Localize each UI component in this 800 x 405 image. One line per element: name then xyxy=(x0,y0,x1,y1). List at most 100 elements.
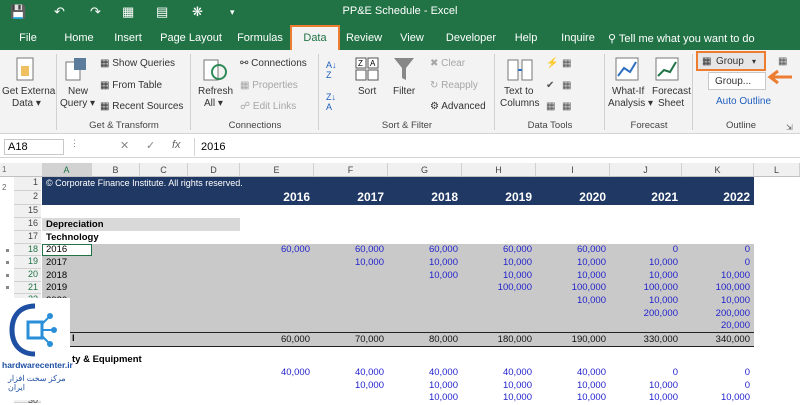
value-cell[interactable]: 100,000 xyxy=(680,282,750,293)
tab-help[interactable]: Help xyxy=(508,28,544,50)
col-header-k[interactable]: K xyxy=(682,163,754,177)
value-cell[interactable]: 10,000 xyxy=(388,270,458,281)
tab-developer[interactable]: Developer xyxy=(442,28,500,50)
what-if-label[interactable]: What-If xyxy=(612,86,644,98)
cancel-icon[interactable]: ✕ xyxy=(120,139,129,152)
consolidate-icon[interactable]: ▦ xyxy=(562,80,571,92)
sort-label[interactable]: Sort xyxy=(358,86,376,98)
auto-outline-item[interactable]: Auto Outline xyxy=(716,96,771,108)
row-header[interactable]: 21 xyxy=(14,282,41,294)
value-cell[interactable]: 180,000 xyxy=(462,334,532,345)
relationships-icon[interactable]: ▦ xyxy=(546,101,555,113)
value-cell[interactable]: 0 xyxy=(680,244,750,255)
forecast-sheet-label[interactable]: Forecast xyxy=(652,86,691,98)
sort-az-icon[interactable]: A↓ Z xyxy=(326,60,337,80)
insert-function-icon[interactable]: fx xyxy=(172,139,181,151)
value-cell[interactable]: 0 xyxy=(680,257,750,268)
value-cell[interactable]: 40,000 xyxy=(462,367,532,378)
value-cell[interactable]: 10,000 xyxy=(608,380,678,391)
value-cell[interactable]: 10,000 xyxy=(608,257,678,268)
tab-view[interactable]: View xyxy=(392,28,432,50)
get-external-data-label[interactable]: Get External xyxy=(2,86,58,98)
connections-button[interactable]: ⚯ Connections xyxy=(240,58,307,70)
value-cell[interactable]: 40,000 xyxy=(388,367,458,378)
value-cell[interactable]: 10,000 xyxy=(388,392,458,403)
value-cell[interactable]: 40,000 xyxy=(240,367,310,378)
refresh-all-label-2[interactable]: All ▾ xyxy=(204,98,223,110)
recent-sources-button[interactable]: ▦ Recent Sources xyxy=(100,101,183,113)
value-cell[interactable]: 10,000 xyxy=(536,257,606,268)
col-header-j[interactable]: J xyxy=(610,163,682,177)
forecast-sheet-label-2[interactable]: Sheet xyxy=(658,98,684,110)
row-header[interactable]: 15 xyxy=(14,205,41,218)
new-query-label-2[interactable]: Query ▾ xyxy=(60,98,95,110)
value-cell[interactable]: 60,000 xyxy=(536,244,606,255)
col-header-d[interactable]: D xyxy=(188,163,240,177)
what-if-label-2[interactable]: Analysis ▾ xyxy=(608,98,653,110)
value-cell[interactable]: 330,000 xyxy=(608,334,678,345)
properties-button[interactable]: ▦ Properties xyxy=(240,80,298,92)
row-header[interactable]: 2 xyxy=(14,191,41,205)
tab-inquire[interactable]: Inquire xyxy=(556,28,600,50)
value-cell[interactable]: 70,000 xyxy=(314,334,384,345)
col-header-f[interactable]: F xyxy=(314,163,388,177)
name-box[interactable]: A18 xyxy=(4,139,64,155)
value-cell[interactable]: 10,000 xyxy=(314,380,384,391)
value-cell[interactable]: 0 xyxy=(608,244,678,255)
value-cell[interactable]: 60,000 xyxy=(388,244,458,255)
refresh-all-label[interactable]: Refresh xyxy=(198,86,233,98)
value-cell[interactable]: 200,000 xyxy=(680,308,750,319)
row-header[interactable]: 20 xyxy=(14,269,41,282)
value-cell[interactable]: 100,000 xyxy=(608,282,678,293)
reapply-button[interactable]: ↻ Reapply xyxy=(430,80,478,92)
value-cell[interactable]: 20,000 xyxy=(680,320,750,331)
manage-data-model-icon[interactable]: ▦ xyxy=(562,101,571,113)
formula-input[interactable]: 2016 xyxy=(194,138,798,156)
tab-formulas[interactable]: Formulas xyxy=(232,28,288,50)
value-cell[interactable]: 10,000 xyxy=(536,270,606,281)
value-cell[interactable]: 10,000 xyxy=(388,380,458,391)
remove-duplicates-icon[interactable]: ▦ xyxy=(562,58,571,70)
sort-za-icon[interactable]: Z↓ A xyxy=(326,92,336,112)
show-queries-button[interactable]: ▦ Show Queries xyxy=(100,58,175,70)
group-menu-item[interactable]: Group... xyxy=(715,76,751,88)
col-header-g[interactable]: G xyxy=(388,163,462,177)
value-cell[interactable]: 10,000 xyxy=(608,295,678,306)
tab-file[interactable]: File xyxy=(8,28,48,50)
from-table-button[interactable]: ▦ From Table xyxy=(100,80,162,92)
text-to-columns-label[interactable]: Text to xyxy=(504,86,533,98)
value-cell[interactable]: 60,000 xyxy=(462,244,532,255)
value-cell[interactable]: 10,000 xyxy=(680,295,750,306)
filter-label[interactable]: Filter xyxy=(393,86,415,98)
data-validation-icon[interactable]: ✔ xyxy=(546,80,554,92)
advanced-button[interactable]: ⚙ Advanced xyxy=(430,101,486,113)
tab-review[interactable]: Review xyxy=(342,28,386,50)
enter-icon[interactable]: ✓ xyxy=(146,139,155,152)
value-cell[interactable]: 10,000 xyxy=(680,392,750,403)
value-cell[interactable]: 10,000 xyxy=(536,392,606,403)
value-cell[interactable]: 60,000 xyxy=(240,244,310,255)
clear-button[interactable]: ✖ Clear xyxy=(430,58,465,70)
text-to-columns-label-2[interactable]: Columns xyxy=(500,98,539,110)
value-cell[interactable]: 10,000 xyxy=(462,270,532,281)
col-header-h[interactable]: H xyxy=(462,163,536,177)
value-cell[interactable]: 100,000 xyxy=(462,282,532,293)
value-cell[interactable]: 80,000 xyxy=(388,334,458,345)
col-header-a[interactable]: A xyxy=(42,163,92,177)
col-header-l[interactable]: L xyxy=(754,163,800,177)
tab-page-layout[interactable]: Page Layout xyxy=(156,28,226,50)
value-cell[interactable]: 10,000 xyxy=(388,257,458,268)
value-cell[interactable]: 10,000 xyxy=(608,270,678,281)
get-external-data-label-2[interactable]: Data ▾ xyxy=(12,98,41,110)
value-cell[interactable]: 340,000 xyxy=(680,334,750,345)
outline-settings-icon[interactable]: ⇲ xyxy=(786,122,793,134)
edit-links-button[interactable]: ☍ Edit Links xyxy=(240,101,296,113)
tab-home[interactable]: Home xyxy=(56,28,102,50)
value-cell[interactable]: 190,000 xyxy=(536,334,606,345)
row-header[interactable]: 19 xyxy=(14,256,41,269)
value-cell[interactable]: 200,000 xyxy=(608,308,678,319)
tell-me-box[interactable]: ⚲ Tell me what you want to do xyxy=(608,32,755,45)
row-header[interactable]: 18 xyxy=(14,244,41,256)
value-cell[interactable]: 100,000 xyxy=(536,282,606,293)
row-header[interactable]: 16 xyxy=(14,218,41,231)
